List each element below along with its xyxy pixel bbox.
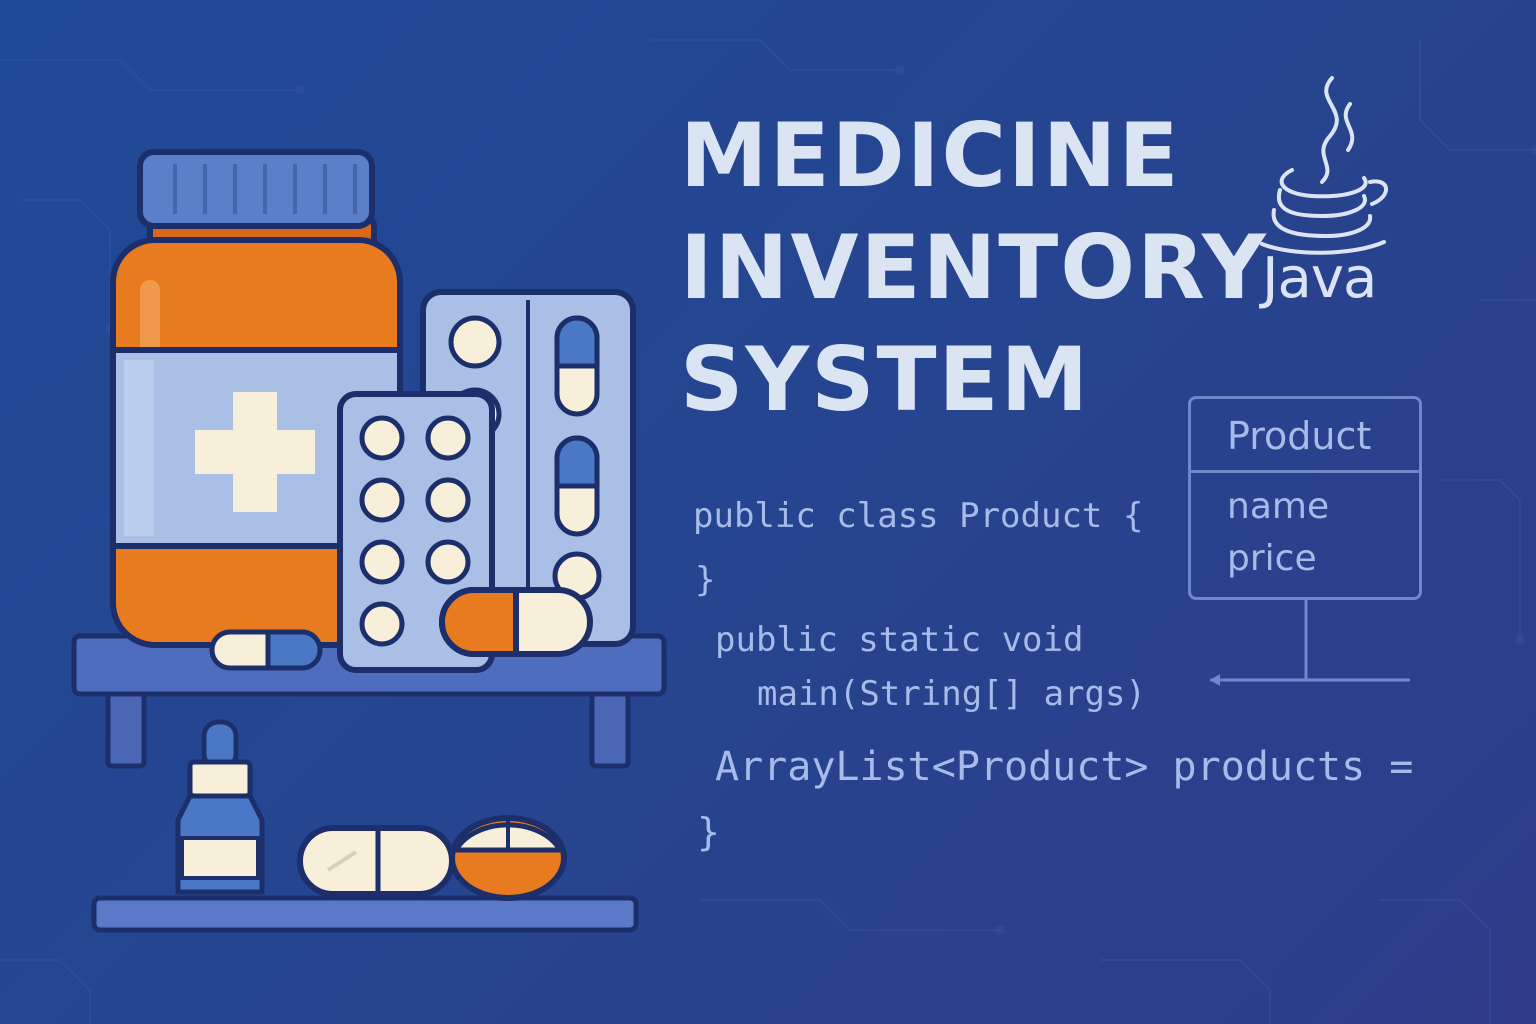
title-line-1: MEDICINE: [680, 104, 1181, 207]
medicine-illustration: [71, 149, 667, 933]
code-line-main-args: main(String[] args): [757, 674, 1146, 714]
dropper-bottle: [175, 719, 265, 895]
uml-class-name: Product: [1191, 399, 1419, 473]
uml-field-name: name: [1227, 486, 1330, 527]
capsule-small: [209, 629, 323, 671]
uml-connector: [1210, 600, 1410, 686]
code-line-arraylist: ArrayList<Product> products =: [715, 744, 1414, 790]
capsule-large: [439, 587, 593, 657]
uml-class-box: Product name price: [1188, 396, 1422, 600]
orange-pill: [449, 815, 567, 901]
title-block: MEDICINE INVENTORY SYSTEM: [680, 100, 1280, 436]
java-logo-text: Java: [1262, 246, 1377, 311]
bottom-shelf: [91, 895, 639, 933]
title-line-2: INVENTORY: [680, 216, 1268, 319]
code-line-closing-brace-2: }: [697, 810, 720, 854]
code-line-main-signature: public static void: [715, 620, 1084, 660]
uml-field-price: price: [1227, 538, 1317, 579]
code-line-class-declaration: public class Product {: [693, 496, 1144, 536]
tablet-pill: [297, 825, 455, 897]
code-line-closing-brace: }: [695, 560, 716, 600]
uml-fields: name price: [1191, 473, 1419, 585]
